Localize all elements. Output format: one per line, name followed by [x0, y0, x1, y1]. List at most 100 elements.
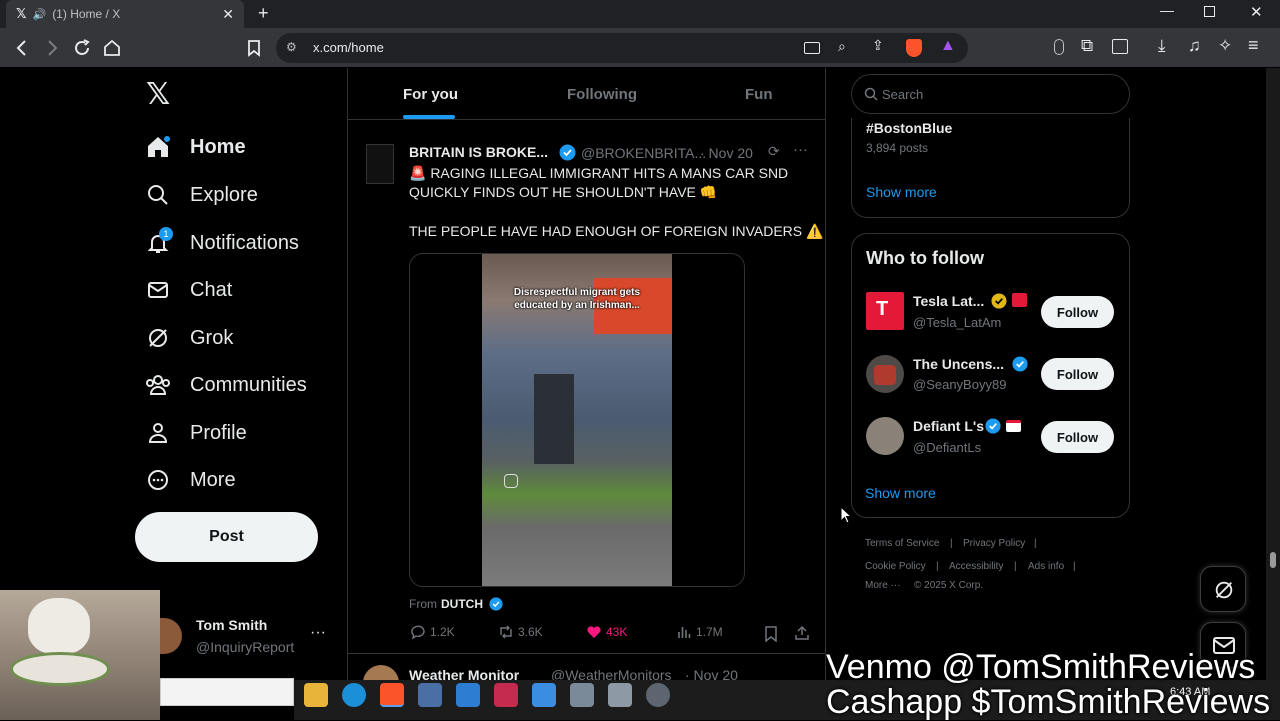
nav-profile[interactable]: Profile	[144, 415, 247, 451]
tweet-date[interactable]: · Nov 20	[700, 145, 753, 161]
views-button[interactable]: 1.7M	[676, 624, 723, 640]
from-name[interactable]: DUTCH	[441, 597, 483, 611]
footer-terms[interactable]: Terms of Service	[865, 538, 939, 549]
edge-icon[interactable]	[342, 683, 366, 707]
nav-chat[interactable]: Chat	[144, 272, 232, 308]
grok-float-button[interactable]	[1200, 566, 1246, 612]
new-tab-icon[interactable]: +	[258, 3, 269, 24]
tweet[interactable]: BRITAIN IS BROKE... @BROKENBRITA... · No…	[348, 130, 825, 654]
page-scrollbar[interactable]	[1266, 68, 1280, 680]
footer-accessibility[interactable]: Accessibility	[949, 561, 1003, 572]
account-switcher[interactable]: Tom Smith @InquiryReport ···	[160, 612, 340, 662]
footer-more[interactable]: More ···	[865, 580, 901, 591]
follow-show-more[interactable]: Show more	[865, 485, 936, 501]
leo-ai-icon[interactable]: ✧	[1218, 36, 1232, 56]
like-button[interactable]: 43K	[586, 624, 627, 640]
nav-notifications[interactable]: 1 Notifications	[144, 225, 299, 261]
tweet-text-line2: THE PEOPLE HAVE HAD ENOUGH OF FOREIGN IN…	[409, 223, 824, 239]
windows-search-box[interactable]	[160, 678, 294, 706]
account-more-icon[interactable]: ···	[310, 624, 326, 642]
account-2-handle[interactable]: @SeanyBoyy89	[913, 377, 1006, 392]
address-bar[interactable]: ⚙ x.com/home ⌕ ⇪ ▲	[276, 33, 968, 63]
restore-icon[interactable]	[1204, 6, 1215, 17]
cast-icon[interactable]	[804, 42, 820, 54]
post-button[interactable]: Post	[135, 512, 318, 562]
brave-shield-icon[interactable]	[906, 39, 922, 57]
from-label: From	[409, 597, 437, 611]
follow-account-1[interactable]: T	[866, 292, 904, 330]
account-3-avatar[interactable]	[866, 417, 904, 455]
nav-communities[interactable]: Communities	[144, 367, 307, 403]
downloads-icon[interactable]: ⤓	[1158, 36, 1166, 56]
tweet-video[interactable]: Disrespectful migrant gets educated by a…	[409, 253, 745, 587]
home-browser-icon[interactable]	[102, 38, 122, 58]
grok-analyze-icon[interactable]: ⟳	[768, 143, 780, 160]
settings-app-icon[interactable]	[646, 683, 670, 707]
follow-button-1[interactable]: Follow	[1041, 296, 1114, 328]
account-3-name[interactable]: Defiant L's	[913, 418, 984, 434]
scrollbar-thumb[interactable]	[1270, 552, 1276, 568]
bookmark-tweet-icon[interactable]	[764, 626, 778, 642]
back-icon[interactable]	[12, 38, 32, 58]
tab-for-you[interactable]: For you	[403, 86, 458, 103]
account-1-name[interactable]: Tesla Lat...	[913, 293, 984, 309]
extension-icon-1[interactable]	[1054, 39, 1064, 55]
footer-cookie[interactable]: Cookie Policy	[865, 561, 926, 572]
minimize-icon[interactable]: —	[1160, 2, 1174, 18]
nav-communities-label: Communities	[190, 373, 307, 396]
menu-icon[interactable]: ≡	[1248, 35, 1259, 56]
app-icon-8[interactable]	[570, 683, 594, 707]
account-2-avatar[interactable]	[866, 355, 904, 393]
app-icon-7[interactable]	[532, 683, 556, 707]
speaker-icon[interactable]: 🔊	[32, 8, 46, 21]
footer-privacy[interactable]: Privacy Policy	[963, 538, 1025, 549]
next-tweet[interactable]: Weather Monitor @WeatherMonitors · Nov 2…	[348, 655, 825, 680]
media-icon[interactable]: ♫	[1188, 36, 1201, 56]
media-app-icon[interactable]	[494, 683, 518, 707]
tweet-avatar[interactable]	[366, 144, 394, 184]
remote-desktop-icon[interactable]	[456, 683, 480, 707]
trends-show-more[interactable]: Show more	[866, 184, 937, 200]
browser-tab[interactable]: 𝕏 🔊 (1) Home / X ✕	[6, 0, 244, 28]
reply-button[interactable]: 1.2K	[410, 624, 455, 640]
extensions-icon[interactable]: ⧉	[1081, 36, 1093, 56]
close-tab-icon[interactable]: ✕	[222, 6, 234, 23]
url-text[interactable]: x.com/home	[313, 40, 384, 55]
share-tweet-icon[interactable]	[794, 625, 810, 641]
share-icon[interactable]: ⇪	[872, 37, 884, 54]
nav-more[interactable]: More	[144, 462, 236, 498]
bookmark-icon[interactable]	[244, 38, 264, 58]
tab-following[interactable]: Following	[567, 86, 637, 103]
tweet-more-icon[interactable]: ···	[793, 141, 808, 158]
site-settings-icon[interactable]: ⚙	[286, 40, 297, 54]
footer-ads[interactable]: Ads info	[1028, 561, 1064, 572]
tab-fun[interactable]: Fun	[745, 86, 773, 103]
follow-button-2[interactable]: Follow	[1041, 358, 1114, 390]
follow-button-3[interactable]: Follow	[1041, 421, 1114, 453]
forward-icon[interactable]	[42, 38, 62, 58]
x-logo[interactable]: 𝕏	[146, 80, 170, 110]
camera-icon[interactable]	[608, 683, 632, 707]
brave-icon[interactable]	[380, 683, 404, 707]
nav-explore[interactable]: Explore	[144, 177, 258, 213]
reload-icon[interactable]	[72, 38, 92, 58]
sidebar-toggle-icon[interactable]	[1112, 39, 1128, 54]
tweet-author[interactable]: BRITAIN IS BROKE...	[409, 144, 548, 160]
account-2-name[interactable]: The Uncens...	[913, 356, 1004, 372]
next-tweet-author: Weather Monitor	[409, 667, 520, 680]
repost-button[interactable]: 3.6K	[498, 624, 543, 640]
tweet-handle[interactable]: @BROKENBRITA...	[581, 145, 706, 161]
close-window-icon[interactable]: ✕	[1250, 3, 1263, 21]
search-box[interactable]: Search	[851, 74, 1130, 114]
zoom-icon[interactable]: ⌕	[838, 38, 846, 55]
nav-grok[interactable]: Grok	[144, 320, 233, 356]
tweet-text-line1: 🚨 RAGING ILLEGAL IMMIGRANT HITS A MANS C…	[409, 165, 789, 200]
account-1-handle[interactable]: @Tesla_LatAm	[913, 315, 1001, 330]
grok-float-icon	[1215, 581, 1233, 599]
calculator-icon[interactable]	[418, 683, 442, 707]
trend-tag[interactable]: #BostonBlue	[866, 120, 952, 136]
file-explorer-icon[interactable]	[304, 683, 328, 707]
account-3-handle[interactable]: @DefiantLs	[913, 440, 981, 455]
nav-home[interactable]: Home	[144, 129, 246, 165]
brave-rewards-icon[interactable]: ▲	[940, 37, 956, 55]
